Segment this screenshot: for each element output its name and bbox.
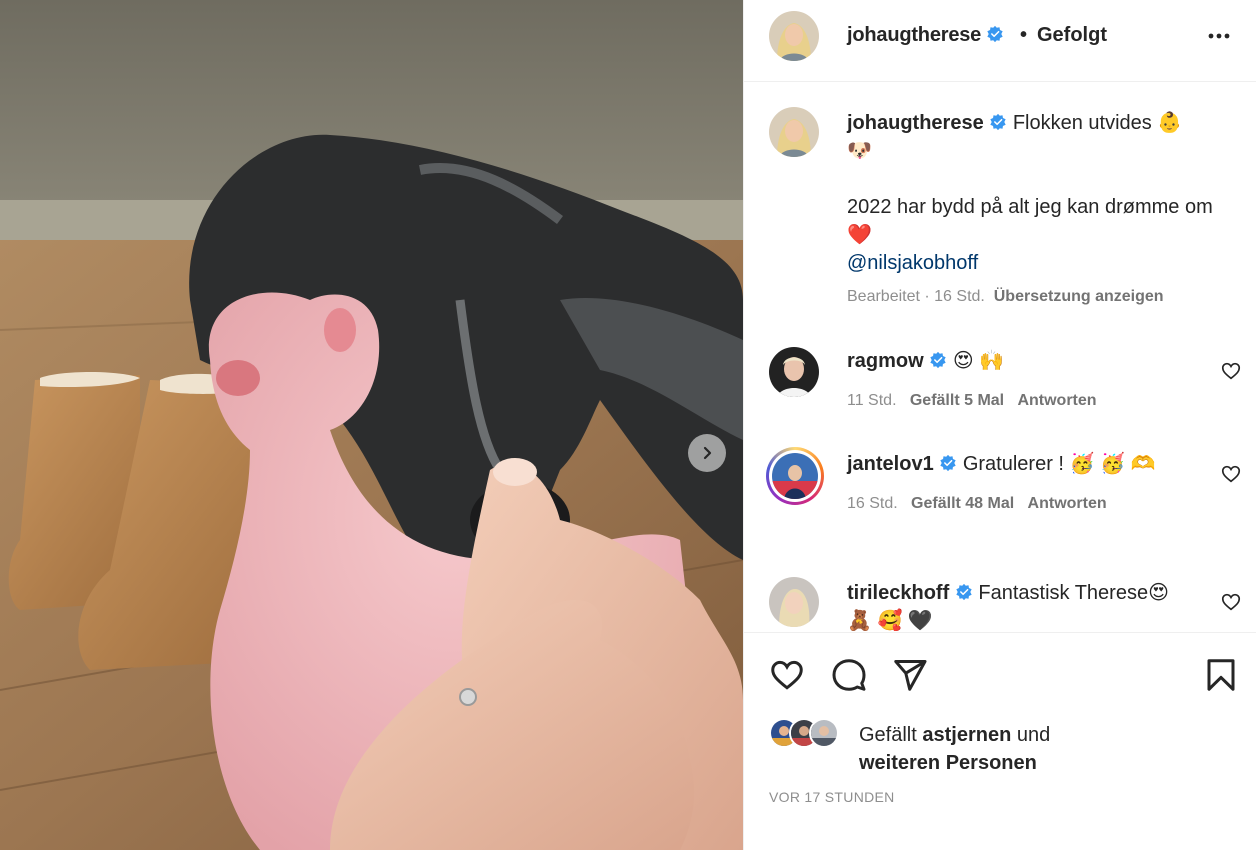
post-details-panel: johaugtherese • Gefolgt johaugtherese Fl…	[743, 0, 1256, 850]
comment-avatar[interactable]	[769, 347, 819, 397]
comment-likes[interactable]: Gefällt 48 Mal	[911, 495, 1014, 512]
more-horizontal-icon	[1208, 33, 1230, 39]
post-timestamp[interactable]: VOR 17 STUNDEN	[769, 789, 895, 805]
post-header: johaugtherese • Gefolgt	[744, 0, 1256, 82]
comment-text: jantelov1 Gratulerer ! 🥳 🥳 🫶	[847, 450, 1192, 478]
verified-badge-icon	[940, 454, 956, 472]
header-separator: •	[1020, 24, 1028, 46]
comment-like-heart-icon[interactable]	[1220, 591, 1242, 613]
avatar-image	[769, 107, 819, 157]
caption-username[interactable]: johaugtherese	[847, 112, 984, 134]
comment-text: tirileckhoff Fantastisk Therese😍 🧸 🥰 🖤	[847, 579, 1192, 631]
verified-badge-icon	[956, 583, 972, 601]
heart-icon[interactable]	[769, 657, 805, 693]
comment-like-heart-icon[interactable]	[1220, 463, 1242, 485]
caption-text-line2: 🐶	[847, 140, 872, 162]
author-username: johaugtherese	[847, 24, 982, 46]
caption-author-avatar[interactable]	[769, 107, 819, 157]
post-caption: johaugtherese Flokken utvides 👶 🐶 2022 h…	[847, 109, 1227, 277]
author-avatar[interactable]	[769, 11, 819, 61]
avatar-image	[769, 11, 819, 61]
other-likers-link[interactable]: weiteren Personen	[859, 752, 1037, 774]
reply-button[interactable]: Antworten	[1028, 495, 1107, 512]
post-actions: Gefällt astjernen und weiteren Personen …	[744, 632, 1256, 850]
caption-mention-link[interactable]: @nilsjakobhoff	[847, 252, 978, 274]
chevron-right-icon	[703, 446, 712, 460]
comment-time: 11 Std.	[847, 392, 897, 409]
likes-summary: Gefällt astjernen und weiteren Personen	[859, 721, 1159, 777]
avatar-image	[769, 347, 819, 397]
comment-username[interactable]: tirileckhoff	[847, 582, 949, 604]
comment-text: ragmow 😍 🙌	[847, 347, 1192, 375]
verified-badge-icon	[930, 351, 946, 369]
comment-body: Fantastisk Therese😍	[978, 582, 1169, 604]
likes-mid: und	[1011, 724, 1051, 746]
caption-edited-time: Bearbeitet · 16 Std.	[847, 288, 985, 305]
comment-like-heart-icon[interactable]	[1220, 360, 1242, 382]
translate-button[interactable]: Übersetzung anzeigen	[994, 288, 1164, 305]
author-username-link[interactable]: johaugtherese	[847, 24, 1004, 47]
comment-bubble-icon[interactable]	[831, 657, 867, 693]
comment-avatar[interactable]	[769, 577, 819, 627]
avatar-image	[772, 453, 818, 499]
comment-meta: 16 Std. Gefällt 48 Mal Antworten	[847, 495, 1107, 513]
following-button[interactable]: Gefolgt	[1037, 24, 1107, 47]
comment-time: 16 Std.	[847, 495, 898, 512]
comment-likes[interactable]: Gefällt 5 Mal	[910, 392, 1004, 409]
likes-prefix: Gefällt	[859, 724, 923, 746]
reply-button[interactable]: Antworten	[1017, 392, 1096, 409]
caption-text-line3: 2022 har bydd på alt jeg kan drømme om❤️	[847, 196, 1213, 246]
caption-text-line1: Flokken utvides 👶	[1012, 112, 1183, 134]
post-image	[0, 0, 743, 850]
comment-username[interactable]: jantelov1	[847, 453, 934, 475]
comment-meta: 11 Std. Gefällt 5 Mal Antworten	[847, 392, 1097, 410]
liker-avatar	[809, 718, 839, 748]
comment-body-line2: 🧸 🥰 🖤	[847, 610, 933, 631]
comments-list[interactable]: johaugtherese Flokken utvides 👶 🐶 2022 h…	[744, 83, 1256, 631]
post-photo[interactable]	[0, 0, 743, 850]
verified-badge-icon	[990, 113, 1006, 131]
verified-badge-icon	[987, 25, 1004, 43]
liker-username[interactable]: astjernen	[922, 724, 1011, 746]
more-options-button[interactable]	[1204, 24, 1234, 48]
comment-body: Gratulerer ! 🥳 🥳 🫶	[962, 453, 1156, 475]
caption-meta: Bearbeitet · 16 Std. Übersetzung anzeige…	[847, 288, 1164, 306]
avatar-image	[769, 577, 819, 627]
bookmark-icon[interactable]	[1203, 657, 1239, 693]
next-image-button[interactable]	[688, 434, 726, 472]
comment-body: 😍 🙌	[952, 350, 1005, 372]
comment-avatar-story-ring[interactable]	[766, 447, 824, 505]
paper-plane-icon[interactable]	[892, 657, 928, 693]
comment-username[interactable]: ragmow	[847, 350, 924, 372]
